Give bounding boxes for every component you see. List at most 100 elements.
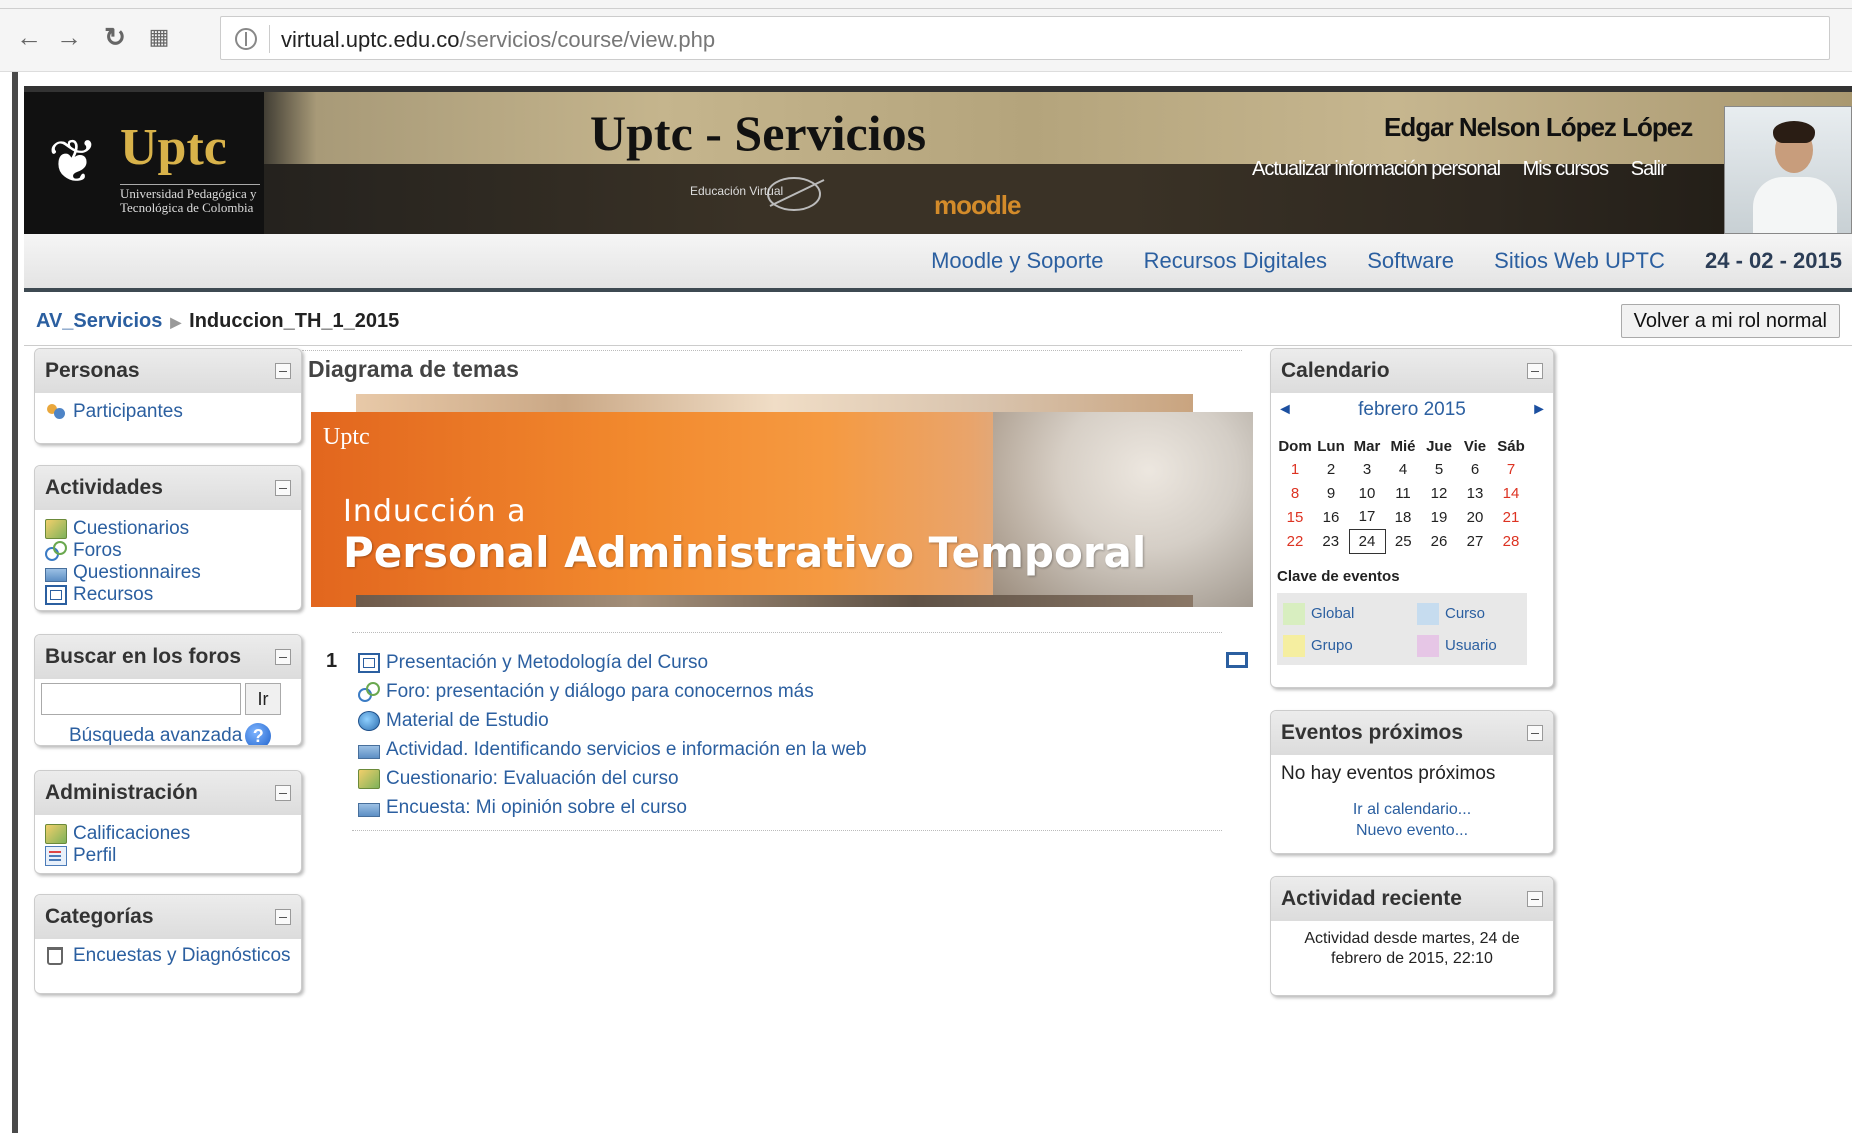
topic-label: Encuesta: Mi opinión sobre el curso [386, 796, 687, 818]
collapse-icon[interactable] [275, 649, 291, 665]
collapse-icon[interactable] [275, 480, 291, 496]
topic-encuesta[interactable]: Encuesta: Mi opinión sobre el curso [358, 793, 867, 822]
calendar-day: 27 [1466, 532, 1484, 550]
my-courses-link[interactable]: Mis cursos [1523, 158, 1610, 180]
collapse-icon[interactable] [275, 363, 291, 379]
calendar-day: 13 [1466, 484, 1484, 502]
calendar-week: 1 2 3 4 5 6 7 [1277, 457, 1529, 481]
back-icon[interactable]: ← [14, 22, 44, 52]
collapse-icon[interactable] [275, 785, 291, 801]
new-event-link[interactable]: Nuevo evento... [1271, 820, 1553, 841]
key-usuario[interactable]: Usuario [1417, 634, 1497, 657]
breadcrumb: AV_Servicios ▶ Induccion_TH_1_2015 [36, 310, 399, 333]
topic-divider-bottom [352, 830, 1222, 831]
page: ❦ Uptc Universidad Pedagógica y Tecnológ… [12, 72, 1852, 1133]
block-calendario: Calendario ◄ febrero 2015 ► Dom Lun Mar … [1270, 348, 1554, 688]
topic-presentacion[interactable]: Presentación y Metodología del Curso [358, 648, 867, 677]
nav-recursos-digitales[interactable]: Recursos Digitales [1144, 248, 1327, 273]
logout-link[interactable]: Salir [1631, 158, 1667, 180]
calendar-day: 21 [1502, 508, 1520, 526]
calendar-week: 22 23 24 25 26 27 28 [1277, 528, 1529, 554]
topic-label: Material de Estudio [386, 709, 549, 731]
topic-actividad[interactable]: Actividad. Identificando servicios e inf… [358, 735, 867, 764]
topic-material[interactable]: Material de Estudio [358, 706, 867, 735]
key-global[interactable]: Global [1283, 602, 1354, 625]
topic-label: Foro: presentación y diálogo para conoce… [386, 680, 814, 702]
key-grupo[interactable]: Grupo [1283, 634, 1353, 657]
url-path: /servicios/course/view.php [459, 27, 716, 52]
questionnaire-icon [358, 744, 380, 759]
encuestas-diagnosticos-label: Encuestas y Diagnósticos [73, 945, 291, 966]
calendar-month[interactable]: febrero 2015 [1358, 399, 1466, 421]
quiz-icon [358, 768, 380, 789]
block-admin-header: Administración [35, 771, 301, 815]
banner-photo [993, 412, 1253, 607]
breadcrumb-arrow-icon: ▶ [170, 314, 182, 330]
key-curso[interactable]: Curso [1417, 602, 1485, 625]
collapse-icon[interactable] [1527, 363, 1543, 379]
moodle-logo: moodle [934, 190, 1021, 220]
uptc-logo[interactable]: ❦ Uptc Universidad Pedagógica y Tecnológ… [24, 92, 264, 234]
block-administracion: Administración Calificaciones Perfil [34, 770, 302, 874]
help-icon[interactable]: ? [245, 723, 272, 745]
recursos-link[interactable]: Recursos [45, 582, 291, 608]
breadcrumb-home[interactable]: AV_Servicios [36, 310, 162, 332]
site-info-icon[interactable] [235, 28, 257, 50]
broadcast-icon [1283, 602, 1305, 625]
key-grupo-label: Grupo [1311, 637, 1353, 654]
block-personas: Personas Participantes [34, 348, 302, 444]
reload-icon[interactable]: ↻ [100, 22, 130, 52]
nav-moodle-soporte[interactable]: Moodle y Soporte [931, 248, 1103, 273]
nav-sitios-web[interactable]: Sitios Web UPTC [1494, 248, 1665, 273]
apps-icon[interactable]: ▦ [144, 22, 174, 52]
section-heading: Diagrama de temas [308, 356, 519, 382]
calendar-day: 7 [1506, 460, 1516, 478]
prev-month-icon[interactable]: ◄ [1277, 401, 1293, 419]
block-eventos-proximos: Eventos próximos No hay eventos próximos… [1270, 710, 1554, 854]
calendar-weekdays: Dom Lun Mar Mié Jue Vie Sáb [1277, 435, 1529, 457]
participantes-label: Participantes [73, 401, 183, 422]
profile-icon [45, 846, 67, 866]
collapse-icon[interactable] [1527, 891, 1543, 907]
topic-cuestionario[interactable]: Cuestionario: Evaluación del curso [358, 764, 867, 793]
return-role-button[interactable]: Volver a mi rol normal [1620, 304, 1840, 338]
block-actividades-title: Actividades [45, 476, 163, 499]
forward-icon[interactable]: → [54, 22, 84, 52]
forum-search-input[interactable] [41, 683, 241, 715]
participantes-link[interactable]: Participantes [45, 399, 291, 425]
block-buscar-title: Buscar en los foros [45, 645, 242, 668]
quiz-icon [45, 519, 67, 539]
go-to-calendar-link[interactable]: Ir al calendario... [1271, 799, 1553, 820]
collapse-icon[interactable] [275, 909, 291, 925]
block-calendario-title: Calendario [1281, 359, 1390, 382]
address-separator [269, 25, 270, 53]
topic-label: Presentación y Metodología del Curso [386, 651, 709, 673]
nav-software[interactable]: Software [1367, 248, 1454, 273]
perfil-link[interactable]: Perfil [45, 843, 291, 869]
update-profile-link[interactable]: Actualizar información personal [1252, 158, 1501, 180]
no-events-text: No hay eventos próximos [1281, 763, 1496, 784]
questionnaire-icon [45, 568, 67, 582]
section-view-icon[interactable] [1226, 652, 1248, 668]
calendar-day: 2 [1326, 460, 1336, 478]
current-date: 24 - 02 - 2015 [1705, 248, 1842, 273]
forum-search-row: Ir [41, 683, 301, 715]
block-categorias: Categorías Encuestas y Diagnósticos [34, 894, 302, 994]
forum-icon [45, 541, 67, 561]
address-bar[interactable]: virtual.uptc.edu.co/servicios/course/vie… [220, 16, 1830, 60]
foros-label: Foros [73, 540, 122, 561]
avatar[interactable] [1724, 106, 1852, 234]
topic-foro[interactable]: Foro: presentación y diálogo para conoce… [358, 677, 867, 706]
calendar-day: 18 [1394, 508, 1412, 526]
block-buscar-header: Buscar en los foros [35, 635, 301, 679]
encuestas-diagnosticos-link[interactable]: Encuestas y Diagnósticos [45, 943, 291, 969]
next-month-icon[interactable]: ► [1531, 401, 1547, 419]
user-name: Edgar Nelson López López [1384, 112, 1693, 142]
forum-search-button[interactable]: Ir [245, 683, 281, 715]
banner-line-2: Personal Administrativo Temporal [343, 528, 1147, 577]
educacion-virtual-logo: Educación Virtual [674, 174, 844, 214]
collapse-icon[interactable] [1527, 725, 1543, 741]
calendar-day-today[interactable]: 24 [1348, 528, 1386, 554]
advanced-search-link[interactable]: Búsqueda avanzada? [69, 723, 301, 745]
block-reciente-title: Actividad reciente [1281, 887, 1462, 910]
